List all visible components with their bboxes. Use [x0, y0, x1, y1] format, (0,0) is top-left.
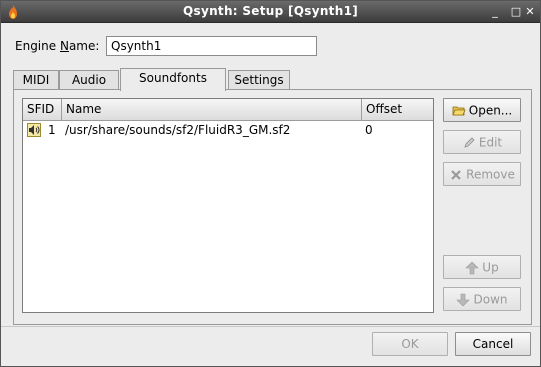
- open-button-label: Open...: [468, 103, 513, 118]
- column-header-offset[interactable]: Offset: [362, 99, 433, 120]
- remove-button-label: Remove: [466, 167, 515, 182]
- maximize-button[interactable]: □: [509, 5, 523, 19]
- setup-dialog: Qsynth: Setup [Qsynth1] _ □ ✕ Engine Nam…: [0, 0, 541, 367]
- cancel-button[interactable]: Cancel: [455, 332, 531, 356]
- close-button[interactable]: ✕: [523, 5, 537, 19]
- remove-button[interactable]: Remove: [443, 162, 521, 186]
- soundfont-table[interactable]: SFID Name Offset 1 /usr/share/sounds/sf2…: [22, 98, 434, 313]
- window-title: Qsynth: Setup [Qsynth1]: [183, 4, 358, 18]
- x-icon: [451, 169, 461, 180]
- up-button[interactable]: Up: [443, 255, 521, 279]
- up-button-label: Up: [482, 260, 499, 275]
- table-row[interactable]: 1 /usr/share/sounds/sf2/FluidR3_GM.sf2 0: [23, 122, 433, 138]
- tab-settings[interactable]: Settings: [228, 70, 290, 90]
- down-button-label: Down: [473, 292, 508, 307]
- tab-soundfonts[interactable]: Soundfonts: [120, 68, 226, 91]
- minimize-button[interactable]: _: [488, 5, 502, 19]
- arrow-up-icon: [465, 261, 480, 274]
- pencil-icon: [464, 136, 475, 148]
- engine-name-input[interactable]: Qsynth1: [106, 36, 317, 56]
- engine-name-label: Engine Name:: [15, 39, 99, 53]
- tab-audio[interactable]: Audio: [59, 70, 119, 90]
- engine-name-label-text: Engine Name:: [15, 39, 100, 53]
- cell-sfid: 1: [48, 123, 56, 137]
- title-bar[interactable]: Qsynth: Setup [Qsynth1] _ □ ✕: [1, 1, 540, 23]
- edit-button-label: Edit: [478, 135, 503, 150]
- cell-name: /usr/share/sounds/sf2/FluidR3_GM.sf2: [65, 123, 291, 137]
- speaker-icon: [27, 123, 41, 137]
- arrow-down-icon: [456, 293, 471, 306]
- table-header: SFID Name Offset: [23, 99, 433, 121]
- column-header-name[interactable]: Name: [62, 99, 362, 120]
- column-header-sfid[interactable]: SFID: [23, 99, 62, 120]
- open-button[interactable]: Open...: [443, 98, 521, 122]
- down-button[interactable]: Down: [443, 287, 521, 311]
- divider: [1, 326, 540, 327]
- folder-icon: [452, 106, 466, 115]
- cell-offset: 0: [365, 123, 373, 137]
- edit-button[interactable]: Edit: [443, 130, 521, 154]
- ok-button[interactable]: OK: [372, 332, 448, 356]
- tab-midi[interactable]: MIDI: [13, 70, 59, 90]
